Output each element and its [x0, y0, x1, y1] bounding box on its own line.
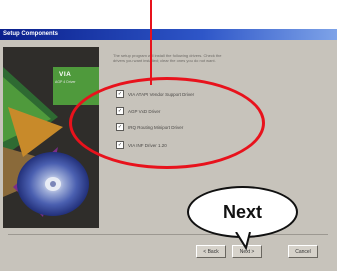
callout-tail-icon [235, 232, 251, 251]
back-button[interactable]: < Back [196, 245, 226, 258]
cancel-button[interactable]: Cancel [288, 245, 318, 258]
next-callout-bubble: Next [187, 186, 298, 238]
divider [8, 234, 328, 235]
callout-line [150, 0, 152, 85]
instructions-text: The setup program will install the follo… [113, 53, 222, 63]
window-title: Setup Components [3, 31, 58, 37]
brand-subtitle: AGP 4 Driver [55, 80, 76, 84]
brand-logo: VIA [59, 71, 72, 78]
highlight-oval [69, 77, 265, 169]
